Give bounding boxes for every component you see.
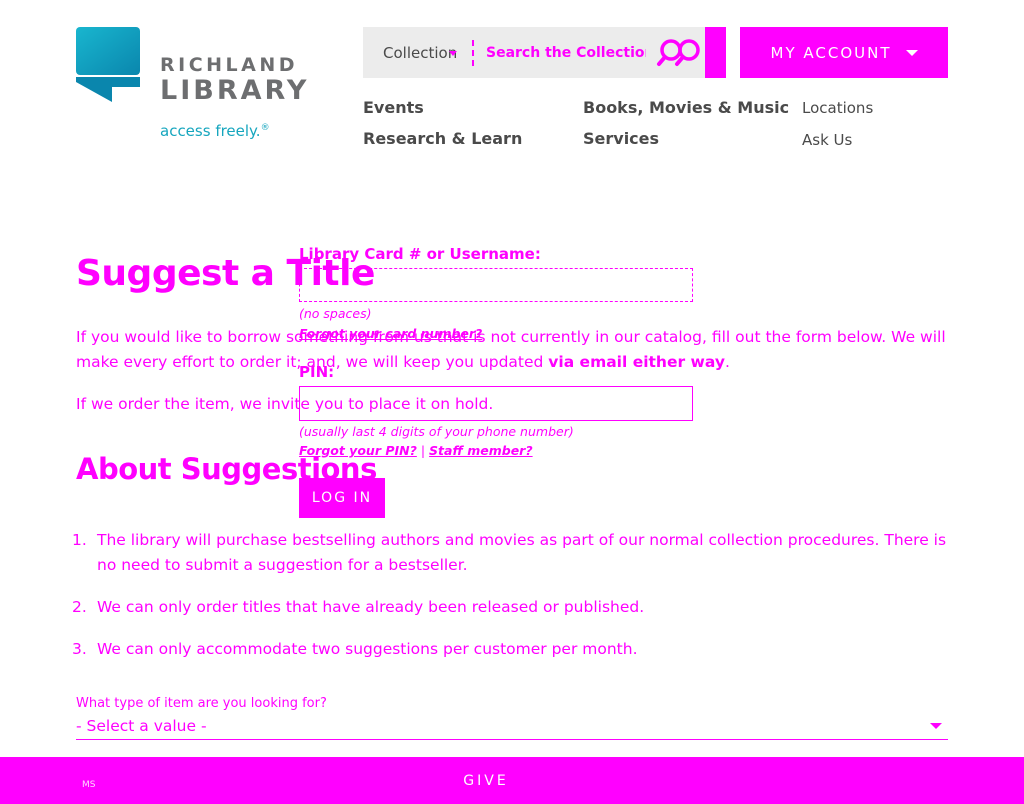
brand-tagline-text: access freely. xyxy=(160,122,261,140)
search-submit-button[interactable] xyxy=(705,27,726,78)
caret-down-icon xyxy=(905,49,918,56)
pin-label: PIN: xyxy=(299,363,335,381)
my-account-label: MY ACCOUNT xyxy=(770,43,892,62)
staff-member-link[interactable]: Staff member? xyxy=(429,443,533,458)
list-item-number: 1. xyxy=(72,531,87,549)
nav-books-movies-music[interactable]: Books, Movies & Music xyxy=(583,98,789,118)
login-form: Library Card # or Username: (no spaces) … xyxy=(299,243,699,523)
search-divider xyxy=(472,40,474,66)
brand-tagline: access freely.® xyxy=(160,118,270,141)
item-type-select[interactable]: - Select a value - xyxy=(76,714,948,740)
chevron-down-icon xyxy=(930,723,942,729)
my-account-button[interactable]: MY ACCOUNT xyxy=(740,27,948,78)
pin-input[interactable] xyxy=(299,386,693,421)
card-number-input[interactable] xyxy=(299,268,693,302)
library-logo-icon xyxy=(76,27,140,102)
suggestion-rules-list: 1. The library will purchase bestselling … xyxy=(72,528,948,679)
nav-locations[interactable]: Locations xyxy=(802,98,873,118)
list-item: 1. The library will purchase bestselling … xyxy=(72,528,948,578)
search-icon[interactable] xyxy=(656,37,706,67)
nav-research-learn[interactable]: Research & Learn xyxy=(363,129,522,149)
nav-events[interactable]: Events xyxy=(363,98,424,118)
give-banner: MS GIVE xyxy=(0,757,1024,804)
registered-mark: ® xyxy=(260,123,270,133)
nav-ask-us[interactable]: Ask Us xyxy=(802,130,852,150)
link-separator: | xyxy=(420,443,426,458)
list-item-text: We can only order titles that have alrea… xyxy=(97,598,645,616)
forgot-card-link[interactable]: Forgot your card number? xyxy=(299,326,482,342)
forgot-pin-link[interactable]: Forgot your PIN? xyxy=(299,443,417,458)
pin-hint: (usually last 4 digits of your phone num… xyxy=(299,424,574,439)
nav-services[interactable]: Services xyxy=(583,129,659,149)
list-item: 3. We can only accommodate two suggestion… xyxy=(72,637,948,662)
login-help-links: Forgot your PIN? | Staff member? xyxy=(299,443,533,459)
item-type-label: What type of item are you looking for? xyxy=(76,696,327,711)
search-scope-select[interactable]: Collection xyxy=(383,43,457,63)
log-in-button[interactable]: LOG IN xyxy=(299,478,385,518)
list-item-number: 3. xyxy=(72,640,87,658)
list-item-number: 2. xyxy=(72,598,87,616)
card-number-hint: (no spaces) xyxy=(299,306,372,321)
item-type-selected-value: - Select a value - xyxy=(76,717,207,735)
brand-name-line2: LIBRARY xyxy=(160,75,310,106)
intro-end: . xyxy=(724,353,730,371)
give-link[interactable]: GIVE xyxy=(0,772,972,790)
search-input[interactable] xyxy=(486,42,646,64)
list-item: 2. We can only order titles that have alr… xyxy=(72,595,948,620)
list-item-text: We can only accommodate two suggestions … xyxy=(97,640,638,658)
list-item-text: The library will purchase bestselling au… xyxy=(97,531,947,574)
library-logo[interactable]: RICHLAND LIBRARY access freely.® xyxy=(76,27,326,140)
brand-name-line1: RICHLAND xyxy=(160,54,299,76)
search-bar: Collection xyxy=(363,27,726,78)
card-number-label: Library Card # or Username: xyxy=(299,245,541,263)
chevron-down-icon xyxy=(449,51,457,56)
